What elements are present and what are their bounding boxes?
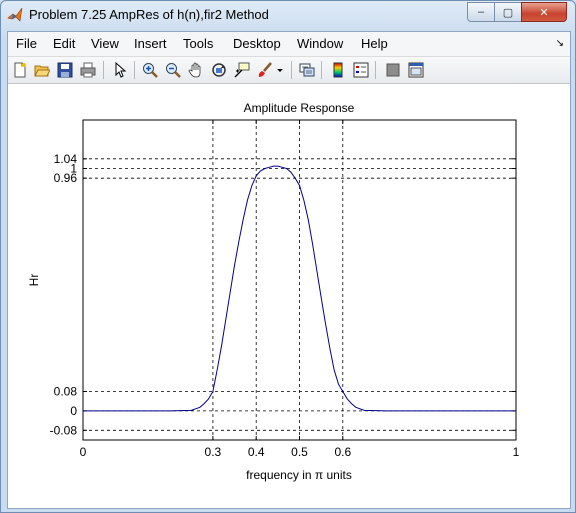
toolbar-separator <box>291 61 292 79</box>
y-tick-label: 0 <box>70 404 77 418</box>
x-tick-label: 0 <box>80 445 87 459</box>
menu-tools[interactable]: Tools <box>183 36 213 51</box>
colorbar-icon[interactable] <box>329 61 347 79</box>
figure-toolbar <box>8 57 570 84</box>
amplitude-response-chart: 0 0.3 0.4 0.5 0.6 1 -0.0800.080.9611.04 Ampli… <box>27 101 520 482</box>
y-axis-label: Hr <box>27 274 41 287</box>
x-tick-label: 0.3 <box>205 445 222 459</box>
new-figure-icon[interactable] <box>11 61 29 79</box>
zoom-out-icon[interactable] <box>164 61 182 79</box>
title-bar[interactable]: Problem 7.25 AmpRes of h(n),fir2 Method … <box>1 1 575 31</box>
x-tick-label: 0.6 <box>334 445 351 459</box>
x-tick-label: 1 <box>513 445 520 459</box>
toolbar-separator <box>375 61 376 79</box>
minimize-button[interactable]: – <box>467 2 495 22</box>
toolbar-separator <box>321 61 322 79</box>
x-tick-label: 0.4 <box>248 445 265 459</box>
chart-title: Amplitude Response <box>244 101 355 115</box>
x-axis-label: frequency in π units <box>246 468 352 482</box>
data-cursor-icon[interactable] <box>233 61 251 79</box>
menu-file[interactable]: File <box>16 36 37 51</box>
show-plot-tools-icon[interactable] <box>407 61 425 79</box>
open-file-icon[interactable] <box>33 61 51 79</box>
maximize-button[interactable]: ▢ <box>494 2 522 22</box>
x-tick-labels: 0 0.3 0.4 0.5 0.6 1 <box>80 445 520 459</box>
rotate-3d-icon[interactable] <box>210 61 228 79</box>
window-title: Problem 7.25 AmpRes of h(n),fir2 Method <box>29 7 269 22</box>
y-tick-label: 1.04 <box>54 152 78 166</box>
y-tick-label: -0.08 <box>50 423 78 437</box>
save-icon[interactable] <box>56 61 74 79</box>
menu-help[interactable]: Help <box>361 36 388 51</box>
menu-window[interactable]: Window <box>297 36 343 51</box>
toolbar-separator <box>134 61 135 79</box>
y-tick-labels: -0.0800.080.9611.04 <box>50 152 78 438</box>
dock-figure-icon[interactable]: ↘ <box>556 38 564 49</box>
link-plot-icon[interactable] <box>298 61 316 79</box>
hide-plot-tools-icon[interactable] <box>384 61 402 79</box>
edit-plot-arrow-icon[interactable] <box>111 61 129 79</box>
brush-icon[interactable] <box>256 61 274 79</box>
print-icon[interactable] <box>79 61 97 79</box>
menu-edit[interactable]: Edit <box>53 36 75 51</box>
x-tick-label: 0.5 <box>291 445 308 459</box>
menu-desktop[interactable]: Desktop <box>233 36 281 51</box>
toolbar-separator <box>103 61 104 79</box>
brush-dropdown-icon[interactable] <box>275 61 285 79</box>
figure-canvas: 0 0.3 0.4 0.5 0.6 1 -0.08 0 0.08 0.96 1 1.04 Ampli… <box>8 84 570 508</box>
figure-window: Problem 7.25 AmpRes of h(n),fir2 Method … <box>0 0 576 513</box>
figure-client-area: File Edit View Insert Tools Desktop Wind… <box>7 31 571 509</box>
pan-hand-icon[interactable] <box>187 61 205 79</box>
zoom-in-icon[interactable] <box>141 61 159 79</box>
legend-icon[interactable] <box>352 61 370 79</box>
menu-insert[interactable]: Insert <box>134 36 167 51</box>
y-tick-label: 0.08 <box>54 385 78 399</box>
close-button[interactable]: ✕ <box>521 2 567 22</box>
menu-view[interactable]: View <box>91 36 119 51</box>
matlab-logo-icon <box>7 7 23 23</box>
menu-bar: File Edit View Insert Tools Desktop Wind… <box>8 32 570 57</box>
